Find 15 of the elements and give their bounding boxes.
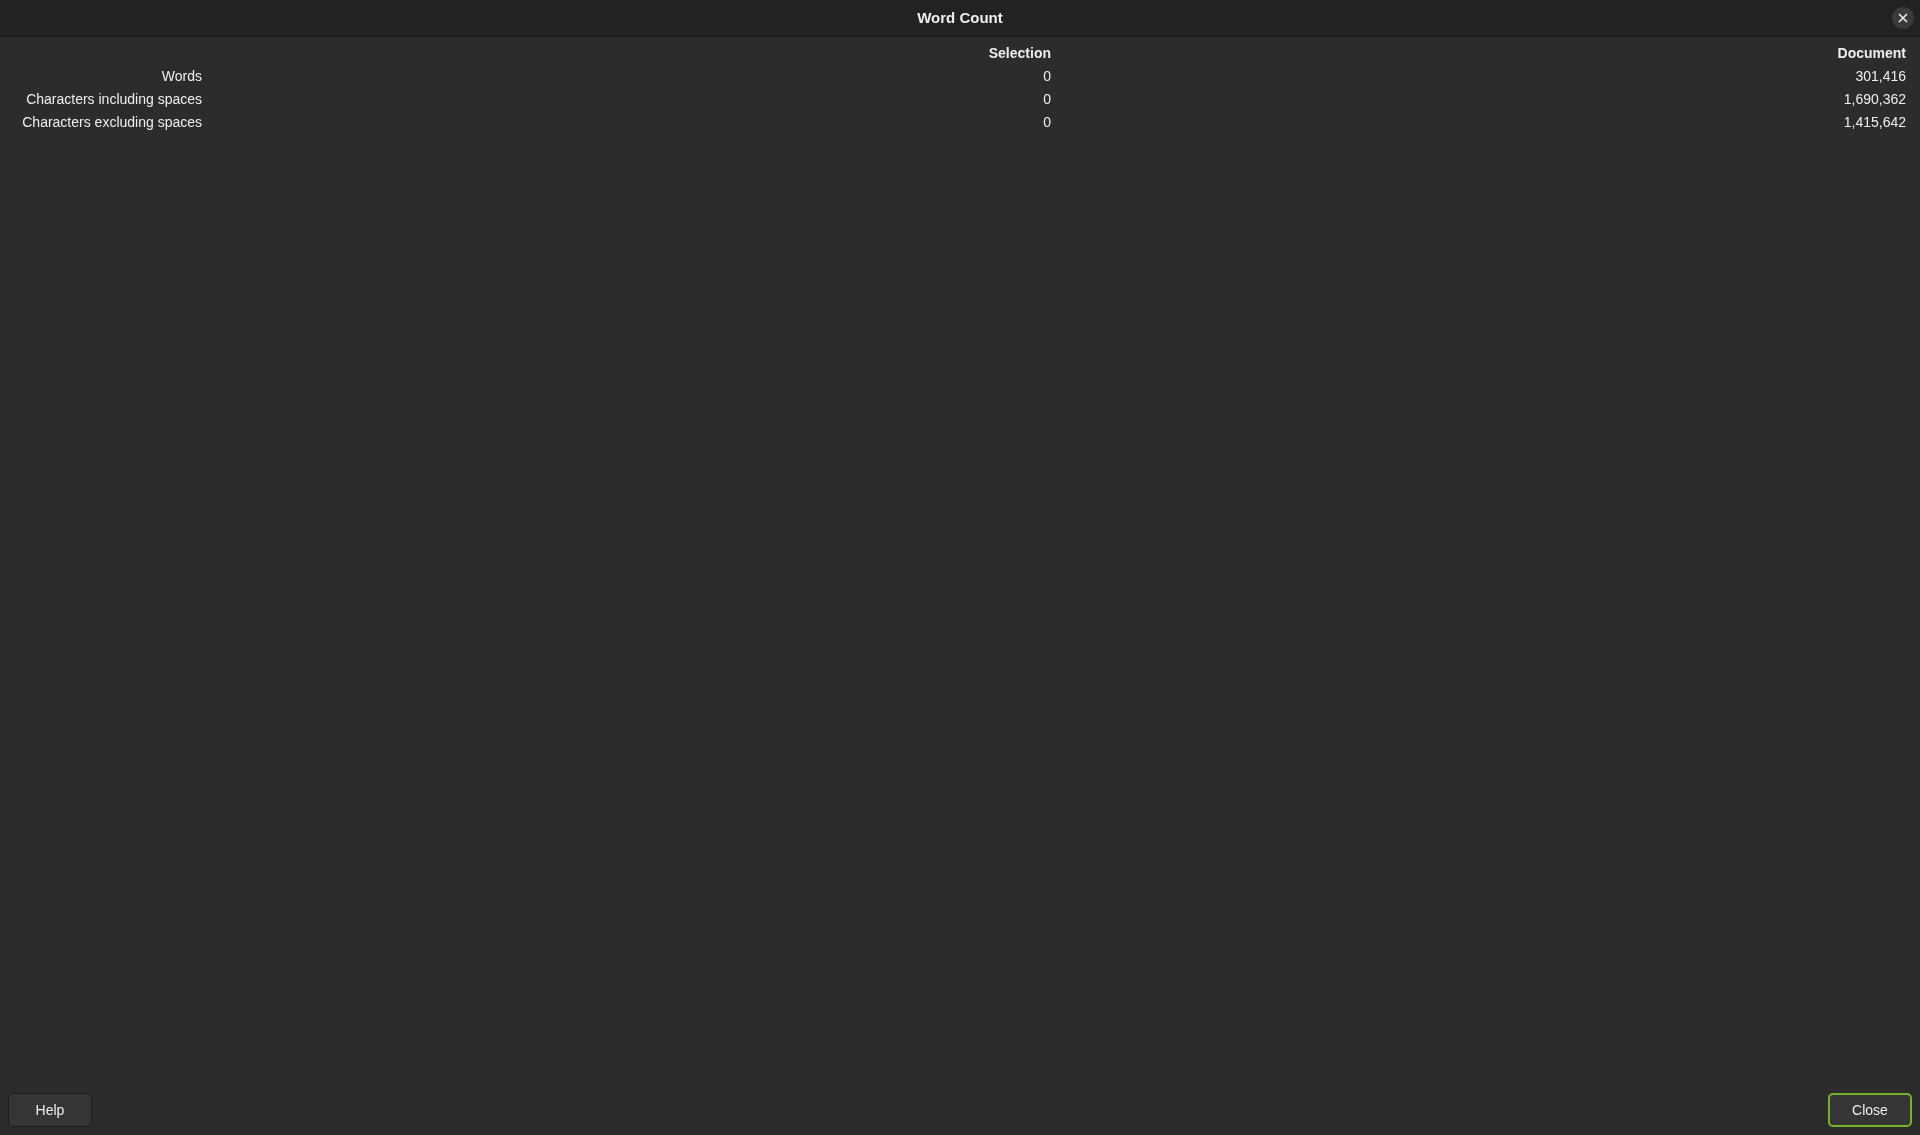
close-button[interactable]: Close	[1828, 1093, 1912, 1127]
document-value: 1,415,642	[1843, 113, 1906, 132]
selection-value: 0	[1043, 90, 1051, 109]
row-label: Characters including spaces	[26, 90, 202, 109]
column-header: Document	[1837, 44, 1906, 63]
selection-value: 0	[1043, 113, 1051, 132]
document-value: 301,416	[1855, 67, 1906, 86]
window-title: Word Count	[917, 7, 1003, 28]
help-button[interactable]: Help	[8, 1093, 92, 1127]
row-label: Characters excluding spaces	[22, 113, 202, 132]
row-label: Words	[161, 67, 202, 86]
close-icon[interactable]	[1892, 7, 1914, 29]
document-value: 1,690,362	[1843, 90, 1906, 109]
column-header: Selection	[988, 44, 1051, 63]
selection-value: 0	[1043, 67, 1051, 86]
